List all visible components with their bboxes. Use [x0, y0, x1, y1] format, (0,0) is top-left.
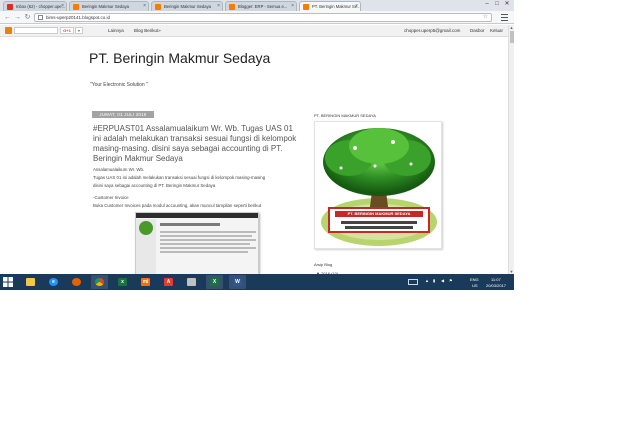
company-logo-image: PT. BERINGIN MAKMUR SEDAYA — [314, 121, 442, 249]
signout-link[interactable]: Keluar — [490, 27, 503, 34]
blog-title[interactable]: PT. Beringin Makmur Sedaya — [89, 50, 270, 66]
url-text: bims-uperp20141.blogspot.co.id — [46, 15, 111, 20]
close-icon[interactable]: × — [61, 2, 64, 11]
tray-arrow-icon[interactable]: ▲ — [425, 278, 429, 283]
back-icon[interactable]: ← — [3, 13, 12, 22]
close-icon[interactable]: × — [143, 2, 146, 11]
blogger-icon — [73, 4, 79, 10]
more-link[interactable]: Lainnya — [108, 27, 124, 34]
next-blog-link[interactable]: Blog Berikut» — [134, 27, 161, 34]
maximize-button[interactable]: □ — [492, 0, 502, 8]
close-icon[interactable]: × — [291, 2, 294, 11]
windows-taskbar: e x mi A X W ▲ ▮ ◀ ⚑ ENG US 11:07 20/03/… — [0, 274, 514, 290]
page-icon — [38, 15, 43, 20]
taskbar-file-explorer-icon[interactable] — [22, 275, 39, 289]
tab-inbox[interactable]: Inbox (62) - chopper.upe... × — [3, 1, 67, 11]
taskbar-word-icon[interactable]: W — [229, 275, 246, 289]
tab-blogger-erp[interactable]: Blogger: ERP - Semua e... × — [225, 1, 297, 11]
blog-search-input[interactable] — [14, 27, 58, 34]
flag-icon[interactable]: ⚑ — [449, 278, 453, 283]
tab-blog-1[interactable]: Beringin Makmur Sedaya × — [69, 1, 149, 11]
post-line: disini saya sebagai accounting di PT. Be… — [93, 183, 216, 188]
keyboard-tray-icon[interactable] — [408, 279, 418, 285]
tab-label: Beringin Makmur Sedaya — [82, 4, 130, 9]
close-icon[interactable]: × — [355, 2, 358, 11]
more-button[interactable]: ▾ — [75, 27, 83, 34]
gplus-button[interactable]: G+1 — [60, 27, 74, 34]
blogger-icon — [229, 4, 235, 10]
archive-title: Arsip Blog — [314, 262, 333, 267]
forward-icon[interactable]: → — [13, 13, 22, 22]
close-window-button[interactable]: ✕ — [502, 0, 512, 8]
tab-label: Beringin Makmur Sedaya — [164, 4, 212, 9]
clock-time[interactable]: 11:07 — [491, 277, 501, 282]
windows-start-icon[interactable] — [3, 277, 13, 287]
browser-toolbar: ← → ↻ bims-uperp20141.blogspot.co.id ☆ — [0, 11, 514, 24]
taskbar-acrobat-icon[interactable]: A — [160, 275, 177, 289]
tab-label: Inbox (62) - chopper.upe... — [16, 4, 66, 9]
gmail-icon — [7, 4, 13, 10]
scroll-thumb[interactable] — [510, 31, 514, 43]
taskbar-chrome-icon[interactable] — [91, 275, 108, 289]
language-indicator[interactable]: ENG — [470, 277, 479, 282]
post-line: Assalamualaikum Wr. Wb. — [93, 167, 145, 172]
dashboard-link[interactable]: Dasbor — [470, 27, 485, 34]
taskbar-excel-icon[interactable]: X — [206, 275, 223, 289]
blogger-navbar: G+1 ▾ Lainnya Blog Berikut» chopper.uper… — [0, 25, 514, 37]
blog-description: "Your Electronic Solution " — [90, 82, 148, 88]
browser-window: Inbox (62) - chopper.upe... × Beringin M… — [0, 0, 514, 290]
tab-strip: Inbox (62) - chopper.upe... × Beringin M… — [0, 0, 514, 11]
scroll-up-icon[interactable]: ▲ — [509, 25, 514, 30]
minimize-button[interactable]: – — [482, 0, 492, 8]
blogger-logo-icon[interactable] — [5, 27, 12, 34]
post-body: Assalamualaikum Wr. Wb. Tugas UAS 01 ini… — [93, 167, 303, 211]
tab-blog-2[interactable]: Beringin Makmur Sedaya × — [151, 1, 223, 11]
post-title[interactable]: #ERPUAST01 Assalamualaikum Wr. Wb. Tugas… — [93, 124, 303, 164]
logo-banner-text: PT. BERINGIN MAKMUR SEDAYA — [347, 211, 411, 216]
network-icon[interactable]: ▮ — [433, 278, 435, 283]
taskbar-firefox-icon[interactable] — [68, 275, 85, 289]
menu-icon[interactable] — [501, 14, 508, 21]
tab-label: PT. Beringin Makmur Se... — [312, 4, 361, 9]
post-screenshot-image[interactable] — [135, 212, 259, 276]
blogger-icon — [303, 4, 309, 10]
close-icon[interactable]: × — [217, 2, 220, 11]
vertical-scrollbar[interactable]: ▲ ▼ — [508, 25, 514, 275]
bookmark-star-icon[interactable]: ☆ — [483, 14, 488, 21]
reload-icon[interactable]: ↻ — [23, 13, 32, 22]
taskbar-excel-green-icon[interactable]: x — [114, 275, 131, 289]
post-line: Buka Customer Invoices pada modul accoun… — [93, 203, 262, 208]
user-email: chopper.uperp5@gmail.com — [404, 28, 461, 33]
sidebar-title: PT. BERINGIN MAKMUR SEDAYA — [314, 113, 376, 118]
post-line: Tugas UAS 01 ini adalah melakukan transa… — [93, 175, 266, 180]
tab-label: Blogger: ERP - Semua e... — [238, 4, 288, 9]
address-bar[interactable]: bims-uperp20141.blogspot.co.id ☆ — [34, 13, 492, 22]
post-line: -Customer Invoice — [93, 195, 129, 200]
post-date: JUMAT, 01 JULI 2016 — [92, 111, 154, 118]
tab-pt-beringin[interactable]: PT. Beringin Makmur Se... × — [299, 1, 361, 11]
clock-date[interactable]: 20/03/2017 — [486, 283, 506, 288]
volume-icon[interactable]: ◀ — [441, 278, 444, 283]
taskbar-paint-icon[interactable] — [183, 275, 200, 289]
region-indicator: US — [472, 283, 478, 288]
taskbar-ie-icon[interactable]: e — [45, 275, 62, 289]
taskbar-mi-icon[interactable]: mi — [137, 275, 154, 289]
blogger-icon — [155, 4, 161, 10]
